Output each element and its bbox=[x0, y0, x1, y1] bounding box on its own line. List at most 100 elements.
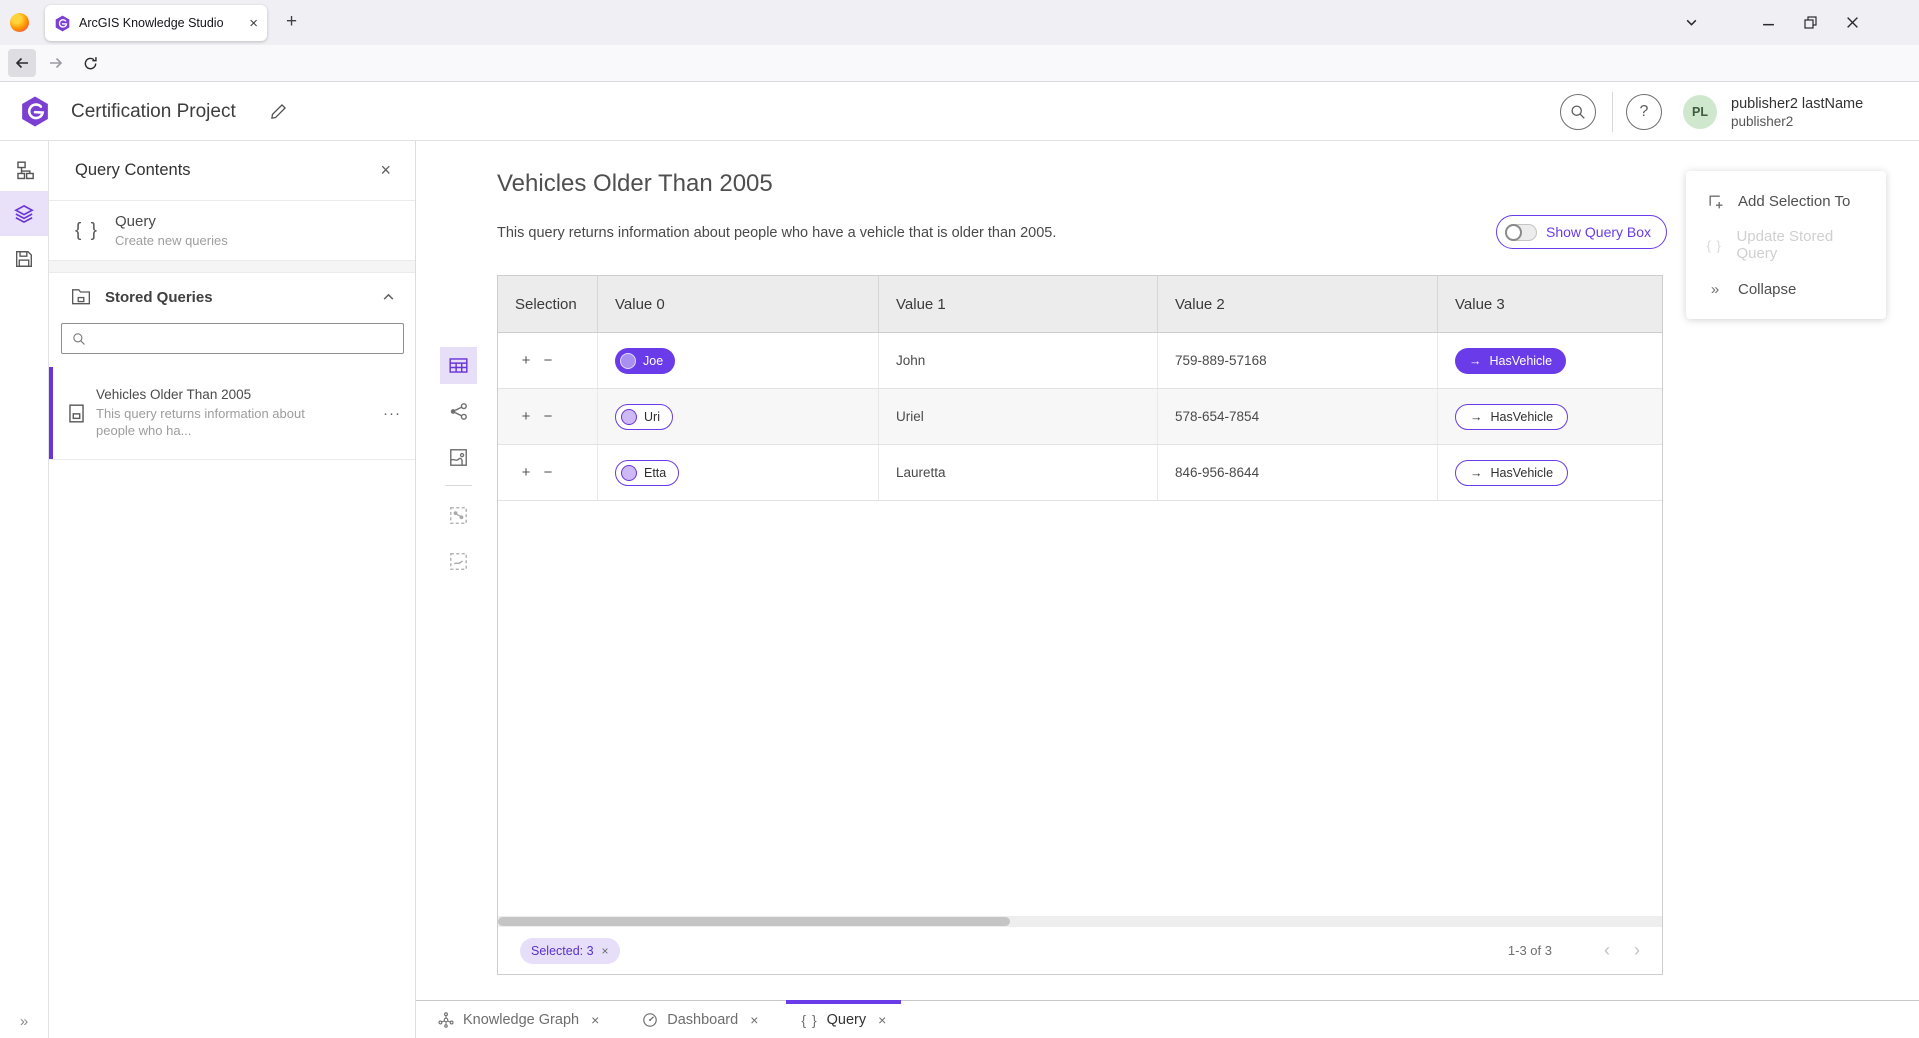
page-title: Vehicles Older Than 2005 bbox=[497, 170, 773, 198]
section-separator bbox=[49, 261, 415, 273]
column-header: Value 2 bbox=[1158, 276, 1438, 332]
results-table: Selection Value 0 Value 1 Value 2 Value … bbox=[497, 275, 1663, 975]
table-row: + − Etta Lauretta 846-956-8644 →HasVehic… bbox=[498, 445, 1662, 501]
tab-close-icon[interactable]: × bbox=[591, 1012, 599, 1028]
stored-query-description: This query returns information about peo… bbox=[96, 406, 314, 440]
add-to-selection-button[interactable]: + bbox=[515, 408, 537, 425]
window-minimize-button[interactable] bbox=[1751, 7, 1785, 37]
selection-context-menu: Add Selection To { } Update Stored Query… bbox=[1686, 171, 1886, 319]
link-chart-view-button[interactable] bbox=[440, 393, 477, 430]
more-options-icon[interactable]: ··· bbox=[383, 405, 401, 422]
browser-tab-bar: ArcGIS Knowledge Studio × + bbox=[0, 0, 1919, 45]
selection-link-chart-icon bbox=[449, 506, 468, 525]
query-item-subtitle: Create new queries bbox=[115, 233, 228, 248]
add-to-selection-button[interactable]: + bbox=[515, 352, 537, 369]
tab-query[interactable]: { } Query × bbox=[786, 1001, 901, 1038]
browser-tab[interactable]: ArcGIS Knowledge Studio × bbox=[45, 5, 267, 41]
user-subtitle: publisher2 bbox=[1731, 114, 1863, 129]
cell-value: Uriel bbox=[879, 389, 1158, 444]
collapse-chevron-icon[interactable] bbox=[382, 291, 395, 304]
rail-item-save[interactable] bbox=[0, 236, 48, 281]
entity-chip[interactable]: Uri bbox=[615, 404, 673, 430]
window-close-button[interactable] bbox=[1835, 7, 1869, 37]
expand-rail-button[interactable]: » bbox=[0, 1013, 48, 1030]
relationship-chip[interactable]: →HasVehicle bbox=[1455, 404, 1568, 430]
help-button[interactable]: ? bbox=[1626, 94, 1662, 130]
horizontal-scrollbar[interactable] bbox=[498, 916, 1662, 927]
stored-query-item[interactable]: Vehicles Older Than 2005 This query retu… bbox=[49, 367, 415, 460]
clear-selection-icon[interactable]: × bbox=[602, 944, 609, 958]
scrollbar-thumb[interactable] bbox=[498, 917, 1010, 926]
arrow-right-icon: → bbox=[1469, 354, 1482, 368]
user-menu[interactable]: publisher2 lastName publisher2 bbox=[1731, 96, 1863, 129]
table-view-button[interactable] bbox=[440, 347, 477, 384]
braces-icon: { } bbox=[1706, 238, 1722, 253]
stored-query-doc-icon bbox=[67, 404, 86, 423]
previous-page-icon[interactable]: ‹ bbox=[1604, 940, 1610, 961]
tab-close-icon[interactable]: × bbox=[878, 1012, 886, 1028]
rail-item-data-model[interactable] bbox=[0, 148, 48, 193]
menu-item-label: Update Stored Query bbox=[1736, 228, 1866, 262]
selected-count-label: Selected: 3 bbox=[531, 944, 594, 958]
window-restore-button[interactable] bbox=[1793, 7, 1827, 37]
menu-item-update-stored-query[interactable]: { } Update Stored Query bbox=[1686, 223, 1886, 267]
column-header: Value 1 bbox=[879, 276, 1158, 332]
search-icon bbox=[1570, 104, 1586, 120]
left-rail: » bbox=[0, 141, 49, 1038]
remove-from-selection-button[interactable]: − bbox=[537, 352, 559, 369]
stored-queries-header[interactable]: Stored Queries bbox=[49, 273, 415, 321]
app-logo[interactable] bbox=[20, 95, 50, 128]
new-link-chart-from-selection-button[interactable] bbox=[440, 497, 477, 534]
selection-map-icon bbox=[449, 552, 468, 571]
question-icon: ? bbox=[1640, 103, 1649, 121]
table-icon bbox=[449, 356, 468, 375]
column-header: Value 3 bbox=[1438, 276, 1662, 332]
entity-chip[interactable]: Etta bbox=[615, 460, 679, 486]
tab-close-icon[interactable]: × bbox=[750, 1012, 758, 1028]
relationship-chip[interactable]: →HasVehicle bbox=[1455, 460, 1568, 486]
remove-from-selection-button[interactable]: − bbox=[537, 408, 559, 425]
double-chevron-icon: » bbox=[1706, 281, 1724, 298]
cell-value: 846-956-8644 bbox=[1158, 445, 1438, 500]
back-button[interactable] bbox=[8, 49, 36, 77]
forward-button[interactable] bbox=[42, 49, 70, 77]
panel-close-icon[interactable]: × bbox=[380, 160, 391, 181]
remove-from-selection-button[interactable]: − bbox=[537, 464, 559, 481]
menu-item-collapse[interactable]: » Collapse bbox=[1686, 267, 1886, 311]
column-header: Selection bbox=[498, 276, 598, 332]
firefox-icon[interactable] bbox=[10, 13, 29, 32]
toggle-switch[interactable] bbox=[1505, 224, 1537, 241]
page-description: This query returns information about peo… bbox=[497, 225, 1056, 241]
edit-pencil-icon[interactable] bbox=[270, 103, 287, 120]
new-tab-button[interactable]: + bbox=[286, 12, 297, 31]
avatar[interactable]: PL bbox=[1683, 95, 1717, 129]
show-query-box-toggle[interactable]: Show Query Box bbox=[1496, 215, 1667, 249]
map-view-button[interactable] bbox=[440, 439, 477, 476]
tab-list-chevron-icon[interactable] bbox=[1674, 7, 1708, 37]
reload-button[interactable] bbox=[76, 49, 104, 77]
cell-value: John bbox=[879, 333, 1158, 388]
table-footer: Selected: 3 × 1-3 of 3 ‹ › bbox=[498, 927, 1662, 974]
tab-close-icon[interactable]: × bbox=[249, 16, 258, 31]
cell-value: 578-654-7854 bbox=[1158, 389, 1438, 444]
selected-count-badge[interactable]: Selected: 3 × bbox=[520, 938, 620, 964]
menu-item-add-selection-to[interactable]: Add Selection To bbox=[1686, 179, 1886, 223]
stored-queries-search[interactable] bbox=[61, 323, 404, 354]
stored-queries-title: Stored Queries bbox=[105, 289, 368, 306]
entity-chip[interactable]: Joe bbox=[615, 348, 675, 374]
knowledge-graph-icon bbox=[438, 1012, 454, 1028]
rail-item-contents[interactable] bbox=[0, 191, 48, 236]
new-map-from-selection-button[interactable] bbox=[440, 543, 477, 580]
tab-dashboard[interactable]: Dashboard × bbox=[627, 1001, 773, 1038]
query-contents-panel: Query Contents × { } Query Create new qu… bbox=[49, 141, 416, 1038]
tab-label: Knowledge Graph bbox=[463, 1012, 579, 1028]
add-to-selection-button[interactable]: + bbox=[515, 464, 537, 481]
search-input[interactable] bbox=[94, 331, 393, 346]
search-button[interactable] bbox=[1560, 94, 1596, 130]
new-query-item[interactable]: { } Query Create new queries bbox=[49, 201, 415, 261]
stored-query-title: Vehicles Older Than 2005 bbox=[96, 387, 314, 402]
relationship-chip[interactable]: →HasVehicle bbox=[1455, 348, 1566, 374]
next-page-icon[interactable]: › bbox=[1634, 940, 1640, 961]
tab-knowledge-graph[interactable]: Knowledge Graph × bbox=[423, 1001, 614, 1038]
table-empty-area bbox=[498, 501, 1662, 916]
